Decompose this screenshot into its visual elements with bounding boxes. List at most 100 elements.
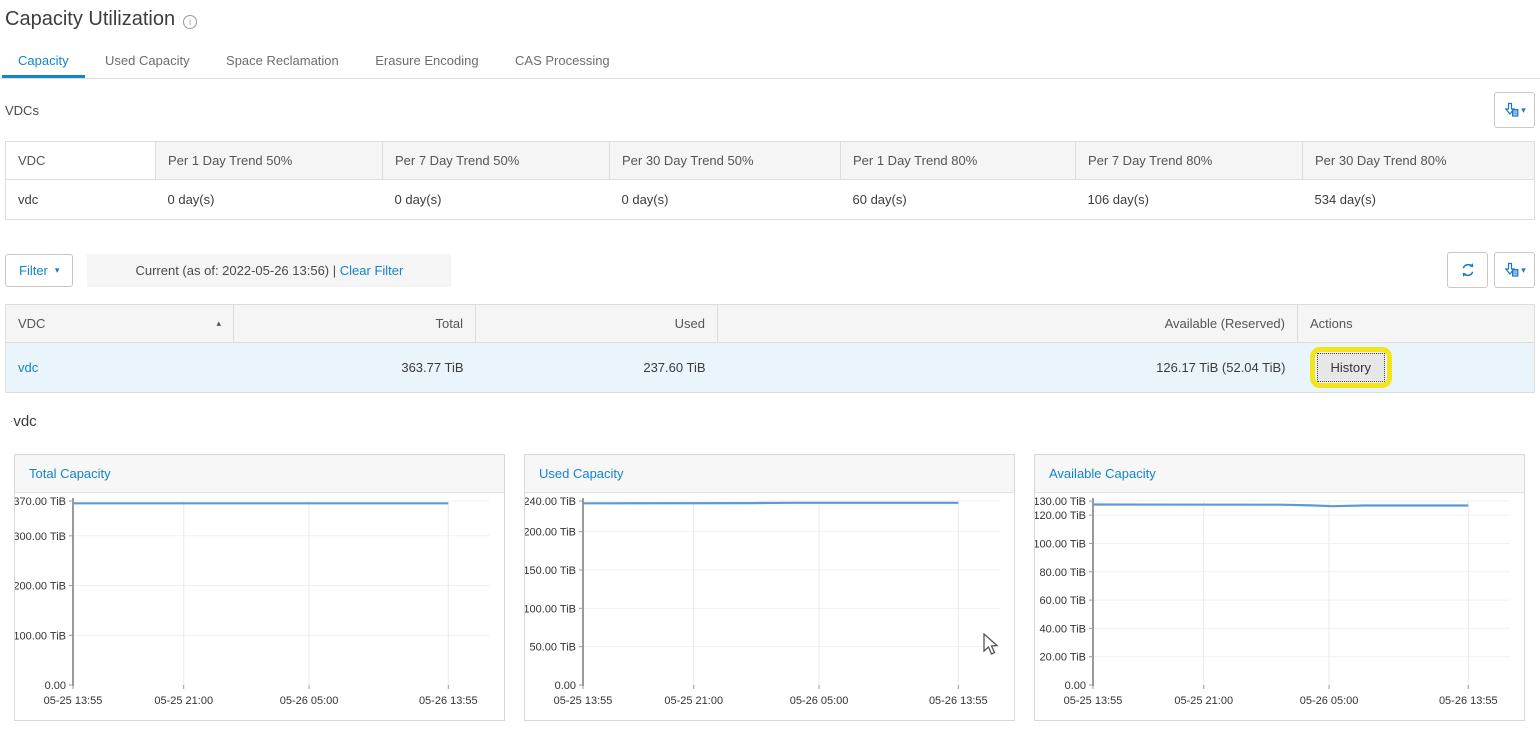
refresh-button[interactable] (1447, 252, 1488, 288)
caret-down-icon: ▾ (55, 266, 60, 275)
cell-trend-1d-80: 60 day(s) (841, 180, 1076, 220)
svg-text:50.00 TiB: 50.00 TiB (530, 642, 576, 654)
col-used[interactable]: Used (476, 305, 718, 343)
svg-text:100.00 TiB: 100.00 TiB (1035, 538, 1086, 550)
cell-trend-30d-80: 534 day(s) (1303, 180, 1535, 220)
svg-text:100.00 TiB: 100.00 TiB (15, 630, 66, 642)
used-capacity-card: Used Capacity 0.00 50.00 TiB 100.00 TiB 150… (524, 454, 1015, 721)
svg-text:05-25 21:00: 05-25 21:00 (154, 695, 213, 707)
cell-trend-7d-80: 106 day(s) (1076, 180, 1303, 220)
svg-text:0.00: 0.00 (1065, 680, 1086, 692)
cell-available: 126.17 TiB (52.04 TiB) (718, 343, 1298, 393)
detail-vdc-name: vdc (13, 413, 36, 430)
cell-trend-1d-50: 0 day(s) (156, 180, 383, 220)
capacity-table-header-row: VDC ▴ Total Used Available (Reserved) Ac… (6, 305, 1535, 343)
svg-text:05-26 05:00: 05-26 05:00 (790, 695, 849, 707)
vdc-link[interactable]: vdc (18, 360, 38, 375)
svg-text:40.00 TiB: 40.00 TiB (1040, 623, 1086, 635)
cell-total: 363.77 TiB (234, 343, 476, 393)
svg-text:05-25 13:55: 05-25 13:55 (554, 695, 613, 707)
export-menu-button[interactable]: ▾ (1494, 92, 1535, 128)
total-capacity-card: Total Capacity 0.00 100.00 TiB 200.00 TiB 3… (14, 454, 505, 721)
col-actions: Actions (1298, 305, 1535, 343)
export-list-icon (1503, 102, 1520, 119)
table-actions: ▾ (1447, 252, 1535, 288)
table-row: vdc 0 day(s) 0 day(s) 0 day(s) 60 day(s)… (6, 180, 1535, 220)
page-title: Capacity Utilization (5, 8, 175, 31)
tab-space-reclamation[interactable]: Space Reclamation (210, 47, 355, 78)
svg-text:150.00 TiB: 150.00 TiB (525, 565, 576, 577)
filter-bar: Filter ▾ Current (as of: 2022-05-26 13:5… (5, 252, 1535, 288)
chart-title: Total Capacity (15, 455, 504, 493)
charts-row: Total Capacity 0.00 100.00 TiB 200.00 TiB 3… (14, 454, 1526, 721)
svg-text:05-25 13:55: 05-25 13:55 (44, 695, 103, 707)
col-vdc: VDC (6, 142, 156, 180)
vdcs-section-header: VDCs ▾ (5, 91, 1535, 129)
filter-button-label: Filter (19, 263, 48, 278)
available-capacity-card: Available Capacity 0.0020.00 TiB40.00 Ti… (1034, 454, 1525, 721)
svg-text:05-26 13:55: 05-26 13:55 (929, 695, 988, 707)
filter-separator: | (333, 263, 336, 278)
col-vdc-label: VDC (18, 316, 45, 331)
svg-text:05-26 13:55: 05-26 13:55 (1439, 695, 1498, 707)
available-capacity-chart: 0.0020.00 TiB40.00 TiB60.00 TiB80.00 TiB… (1035, 493, 1524, 720)
col-per-1-day-50: Per 1 Day Trend 50% (156, 142, 383, 180)
col-per-7-day-80: Per 7 Day Trend 80% (1076, 142, 1303, 180)
chart-title: Available Capacity (1035, 455, 1524, 493)
svg-text:60.00 TiB: 60.00 TiB (1040, 595, 1086, 607)
capacity-table: VDC ▴ Total Used Available (Reserved) Ac… (5, 304, 1535, 393)
page-header: Capacity Utilization i (0, 0, 1540, 31)
svg-text:05-26 05:00: 05-26 05:00 (280, 695, 339, 707)
svg-text:05-25 21:00: 05-25 21:00 (664, 695, 723, 707)
svg-text:100.00 TiB: 100.00 TiB (525, 603, 576, 615)
tab-capacity[interactable]: Capacity (2, 47, 85, 78)
col-available[interactable]: Available (Reserved) (718, 305, 1298, 343)
col-total[interactable]: Total (234, 305, 476, 343)
clear-filter-link[interactable]: Clear Filter (340, 263, 404, 278)
col-vdc-sortable[interactable]: VDC ▴ (6, 305, 234, 343)
export-list-icon (1503, 262, 1520, 279)
cell-trend-7d-50: 0 day(s) (383, 180, 610, 220)
current-filter-text: Current (as of: 2022-05-26 13:56) (135, 263, 329, 278)
tab-used-capacity[interactable]: Used Capacity (89, 47, 206, 78)
cell-trend-30d-50: 0 day(s) (610, 180, 841, 220)
filter-button[interactable]: Filter ▾ (5, 254, 73, 287)
highlight-annotation: History (1310, 347, 1392, 388)
chart-title: Used Capacity (525, 455, 1014, 493)
caret-down-icon: ▾ (1521, 266, 1526, 275)
cell-vdc-name: vdc (6, 180, 156, 220)
cell-used: 237.60 TiB (476, 343, 718, 393)
svg-text:05-26 05:00: 05-26 05:00 (1300, 695, 1359, 707)
cell-vdc-link: vdc (6, 343, 234, 393)
svg-text:130.00 TiB: 130.00 TiB (1035, 496, 1086, 508)
tab-erasure-encoding[interactable]: Erasure Encoding (359, 47, 494, 78)
total-capacity-chart: 0.00 100.00 TiB 200.00 TiB 300.00 TiB 370.00… (15, 493, 504, 720)
col-per-30-day-50: Per 30 Day Trend 50% (610, 142, 841, 180)
svg-text:05-25 21:00: 05-25 21:00 (1174, 695, 1233, 707)
mouse-cursor (983, 633, 1000, 657)
col-per-1-day-80: Per 1 Day Trend 80% (841, 142, 1076, 180)
svg-text:0.00: 0.00 (555, 680, 576, 692)
export-menu-button[interactable]: ▾ (1494, 252, 1535, 288)
refresh-icon (1459, 261, 1477, 279)
svg-text:370.00 TiB: 370.00 TiB (15, 496, 66, 508)
vdcs-label: VDCs (5, 103, 39, 118)
col-per-30-day-80: Per 30 Day Trend 80% (1303, 142, 1535, 180)
current-filter-chip: Current (as of: 2022-05-26 13:56) | Clea… (87, 254, 451, 287)
svg-text:200.00 TiB: 200.00 TiB (525, 527, 576, 539)
info-icon[interactable]: i (183, 15, 197, 29)
table-row: vdc 363.77 TiB 237.60 TiB 126.17 TiB (52… (6, 343, 1535, 393)
tab-cas-processing[interactable]: CAS Processing (499, 47, 626, 78)
svg-text:300.00 TiB: 300.00 TiB (15, 531, 66, 543)
svg-text:200.00 TiB: 200.00 TiB (15, 581, 66, 593)
svg-text:0.00: 0.00 (45, 680, 66, 692)
svg-text:80.00 TiB: 80.00 TiB (1040, 567, 1086, 579)
svg-text:120.00 TiB: 120.00 TiB (1035, 510, 1086, 522)
used-capacity-chart: 0.00 50.00 TiB 100.00 TiB 150.00 TiB 200.00 … (525, 493, 1014, 720)
vdcs-table-header-row: VDC Per 1 Day Trend 50% Per 7 Day Trend … (6, 142, 1535, 180)
col-per-7-day-50: Per 7 Day Trend 50% (383, 142, 610, 180)
detail-heading: ·vdc (10, 413, 1535, 430)
history-button[interactable]: History (1317, 353, 1385, 382)
svg-text:05-26 13:55: 05-26 13:55 (419, 695, 478, 707)
vdcs-table: VDC Per 1 Day Trend 50% Per 7 Day Trend … (5, 141, 1535, 220)
